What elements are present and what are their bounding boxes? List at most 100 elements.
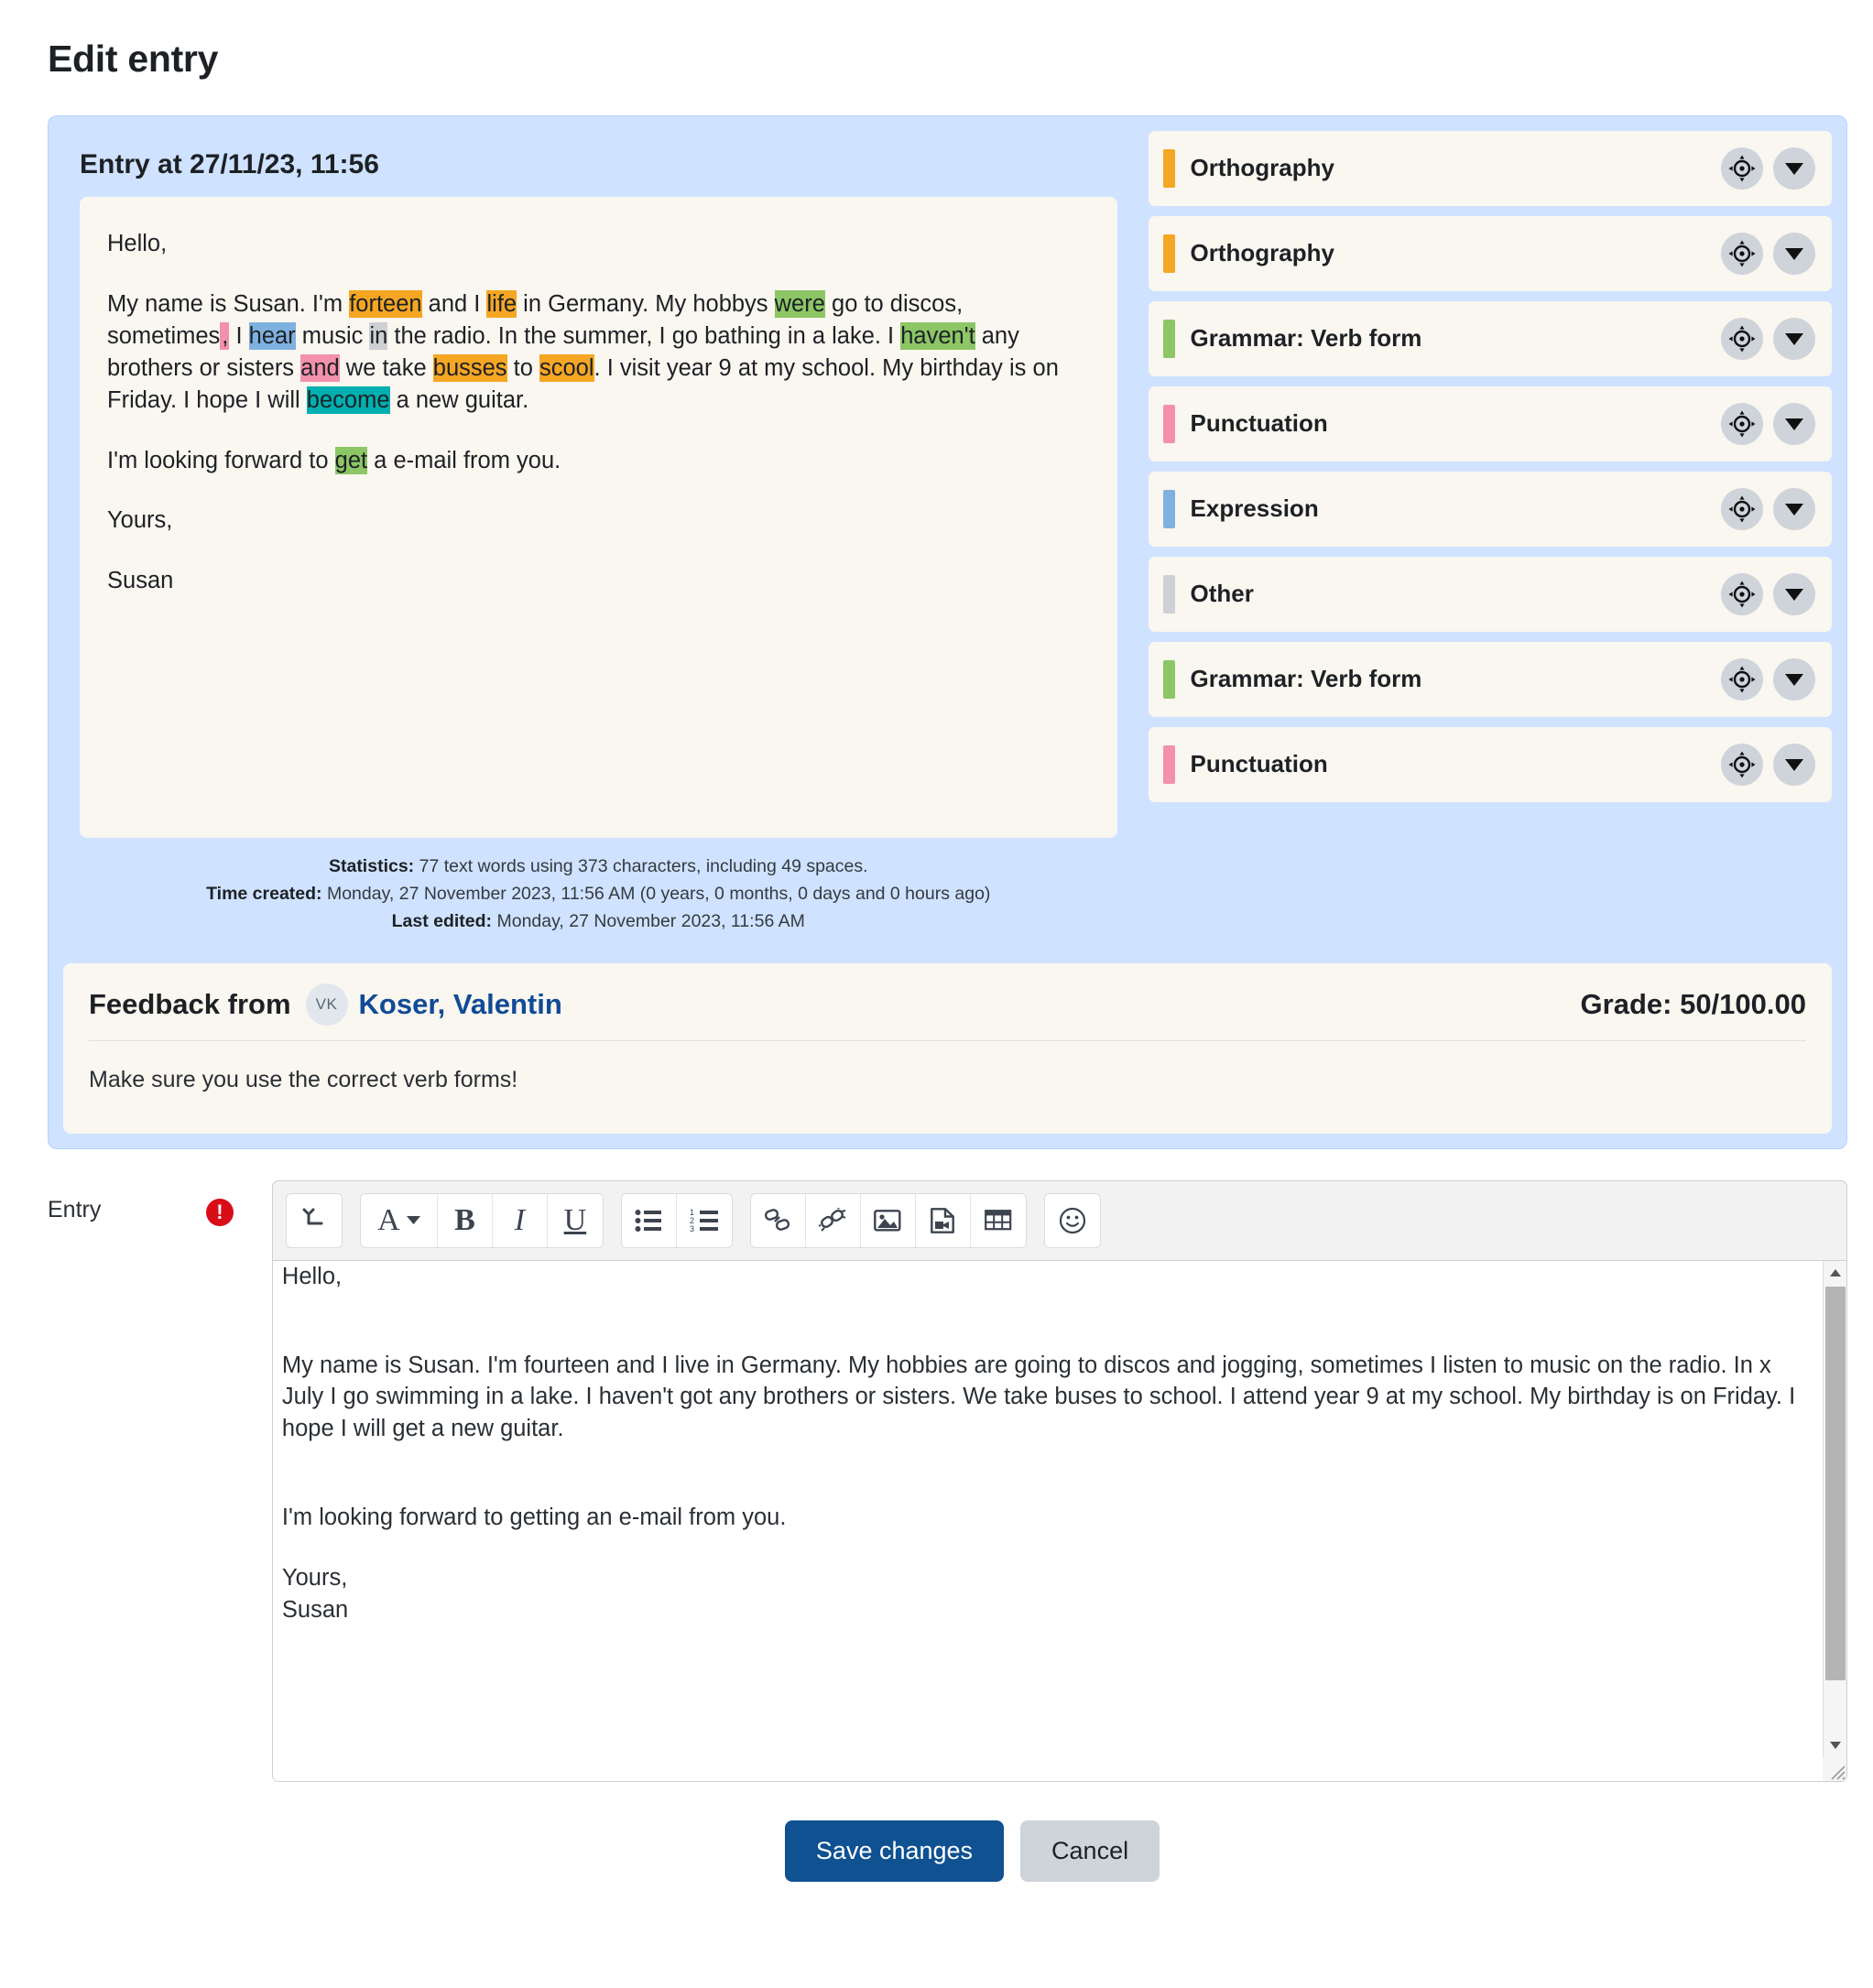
feedback-author-link[interactable]: Koser, Valentin [359,988,562,1021]
editor-scrollbar[interactable] [1823,1260,1846,1781]
toolbar-group-format: A B I U [359,1192,604,1248]
text-seg: and I [421,290,487,317]
locate-annotation-icon[interactable] [1721,572,1763,615]
highlight-hear[interactable]: hear [248,321,296,350]
highlight-comma[interactable]: , [220,321,230,350]
annotation-color-swatch [1162,404,1175,443]
annotation-actions [1721,743,1815,786]
highlight-busses[interactable]: busses [432,353,507,382]
form-actions: Save changes Cancel [784,1820,1847,1882]
highlight-get[interactable]: get [334,446,368,474]
annotation-color-swatch [1162,489,1175,528]
entry-signature: Susan [107,568,174,594]
editor-content[interactable]: Hello, My name is Susan. I'm fourteen an… [273,1261,1846,1635]
emoji-icon[interactable] [1044,1193,1100,1247]
annotation-actions [1721,487,1815,530]
highlight-were[interactable]: were [774,289,825,318]
statistics-value: 77 text words using 373 characters, incl… [419,855,868,876]
time-created-label: Time created: [206,884,322,905]
bold-icon[interactable]: B [437,1193,493,1247]
feedback-comment: Make sure you use the correct verb forms… [89,1066,518,1092]
entry-yours: Yours, [107,507,173,534]
insert-media-icon[interactable] [915,1193,971,1247]
underline-icon[interactable]: U [547,1193,603,1247]
annotation-color-swatch [1162,574,1175,614]
expand-annotation-icon[interactable] [1773,487,1815,530]
insert-link-icon[interactable] [750,1193,806,1247]
annotation-item[interactable]: Orthography [1148,215,1832,291]
font-color-icon[interactable]: A [360,1193,438,1247]
entry-statistics: Statistics: 77 text words using 373 char… [80,838,1117,947]
toolbar-group-lists: 1 2 3 [620,1192,733,1248]
highlight-life[interactable]: life [486,289,517,318]
annotation-actions [1721,657,1815,701]
highlight-havent[interactable]: haven't [900,321,975,350]
locate-annotation-icon[interactable] [1721,657,1763,701]
locate-annotation-icon[interactable] [1721,147,1763,190]
annotation-color-swatch [1162,659,1175,699]
expand-annotation-icon[interactable] [1773,657,1815,701]
highlight-forteen[interactable]: forteen [349,289,422,318]
locate-annotation-icon[interactable] [1721,402,1763,445]
annotation-label: Other [1190,580,1254,608]
grade-display: Grade: 50/100.00 [1580,987,1806,1020]
locate-annotation-icon[interactable] [1721,487,1763,530]
annotation-label: Grammar: Verb form [1190,665,1422,693]
annotation-color-swatch [1162,148,1175,188]
annotation-actions [1721,147,1815,190]
last-edited-line: Last edited: Monday, 27 November 2023, 1… [89,907,1108,935]
entry-heading: Entry at 27/11/23, 11:56 [80,148,379,179]
text-seg: to [506,354,539,381]
editor-main-paragraph: My name is Susan. I'm fourteen and I liv… [281,1352,1796,1442]
editor-salutation: Hello, [281,1263,343,1289]
annotation-color-swatch [1162,319,1175,358]
italic-icon[interactable]: I [492,1193,548,1247]
editor-yours: Yours, [281,1565,348,1591]
text-seg: a new guitar. [389,386,529,413]
unlink-icon[interactable] [805,1193,861,1247]
resize-grip-icon[interactable] [1823,1756,1846,1781]
insert-table-icon[interactable] [970,1193,1026,1247]
bullet-list-icon[interactable] [621,1193,677,1247]
annotation-item[interactable]: Punctuation [1148,386,1832,462]
highlight-and[interactable]: and [300,353,340,382]
expand-annotation-icon[interactable] [1773,572,1815,615]
annotation-label: Orthography [1190,239,1334,267]
scroll-down-icon[interactable] [1824,1733,1846,1757]
annotation-item[interactable]: Grammar: Verb form [1148,300,1832,376]
expand-annotation-icon[interactable] [1773,402,1815,445]
annotation-item[interactable]: Other [1148,556,1832,632]
insert-image-icon[interactable] [860,1193,916,1247]
save-changes-button[interactable]: Save changes [784,1820,1005,1882]
statistics-line: Statistics: 77 text words using 373 char… [89,853,1108,880]
numbered-list-icon[interactable]: 1 2 3 [676,1193,732,1247]
annotation-item[interactable]: Punctuation [1148,726,1832,802]
locate-annotation-icon[interactable] [1721,317,1763,360]
avatar: VK [305,983,348,1026]
scroll-up-icon[interactable] [1824,1260,1846,1285]
paragraph-style-icon[interactable] [286,1193,342,1247]
scrollbar-thumb[interactable] [1825,1286,1846,1680]
locate-annotation-icon[interactable] [1721,232,1763,275]
annotation-item[interactable]: Expression [1148,471,1832,547]
annotation-label: Grammar: Verb form [1190,324,1422,353]
toolbar-group-paragraph [285,1192,343,1248]
expand-annotation-icon[interactable] [1773,232,1815,275]
highlight-scool[interactable]: scool [539,353,594,382]
annotation-label: Expression [1190,494,1319,523]
entry-column: Entry at 27/11/23, 11:56 Hello, My name … [63,130,1134,949]
highlight-in[interactable]: in [369,321,388,350]
annotation-item[interactable]: Orthography [1148,130,1832,206]
text-seg: music [295,322,370,349]
highlight-become[interactable]: become [306,386,390,414]
expand-annotation-icon[interactable] [1773,147,1815,190]
toolbar-group-insert [749,1192,1027,1248]
expand-annotation-icon[interactable] [1773,743,1815,786]
entry-editor[interactable]: Hello, My name is Susan. I'm fourteen an… [271,1259,1847,1782]
locate-annotation-icon[interactable] [1721,743,1763,786]
expand-annotation-icon[interactable] [1773,317,1815,360]
annotated-entry-text: Hello, My name is Susan. I'm forteen and… [80,196,1117,838]
cancel-button[interactable]: Cancel [1020,1820,1160,1882]
annotation-item[interactable]: Grammar: Verb form [1148,641,1832,717]
page-title: Edit entry [48,38,219,81]
